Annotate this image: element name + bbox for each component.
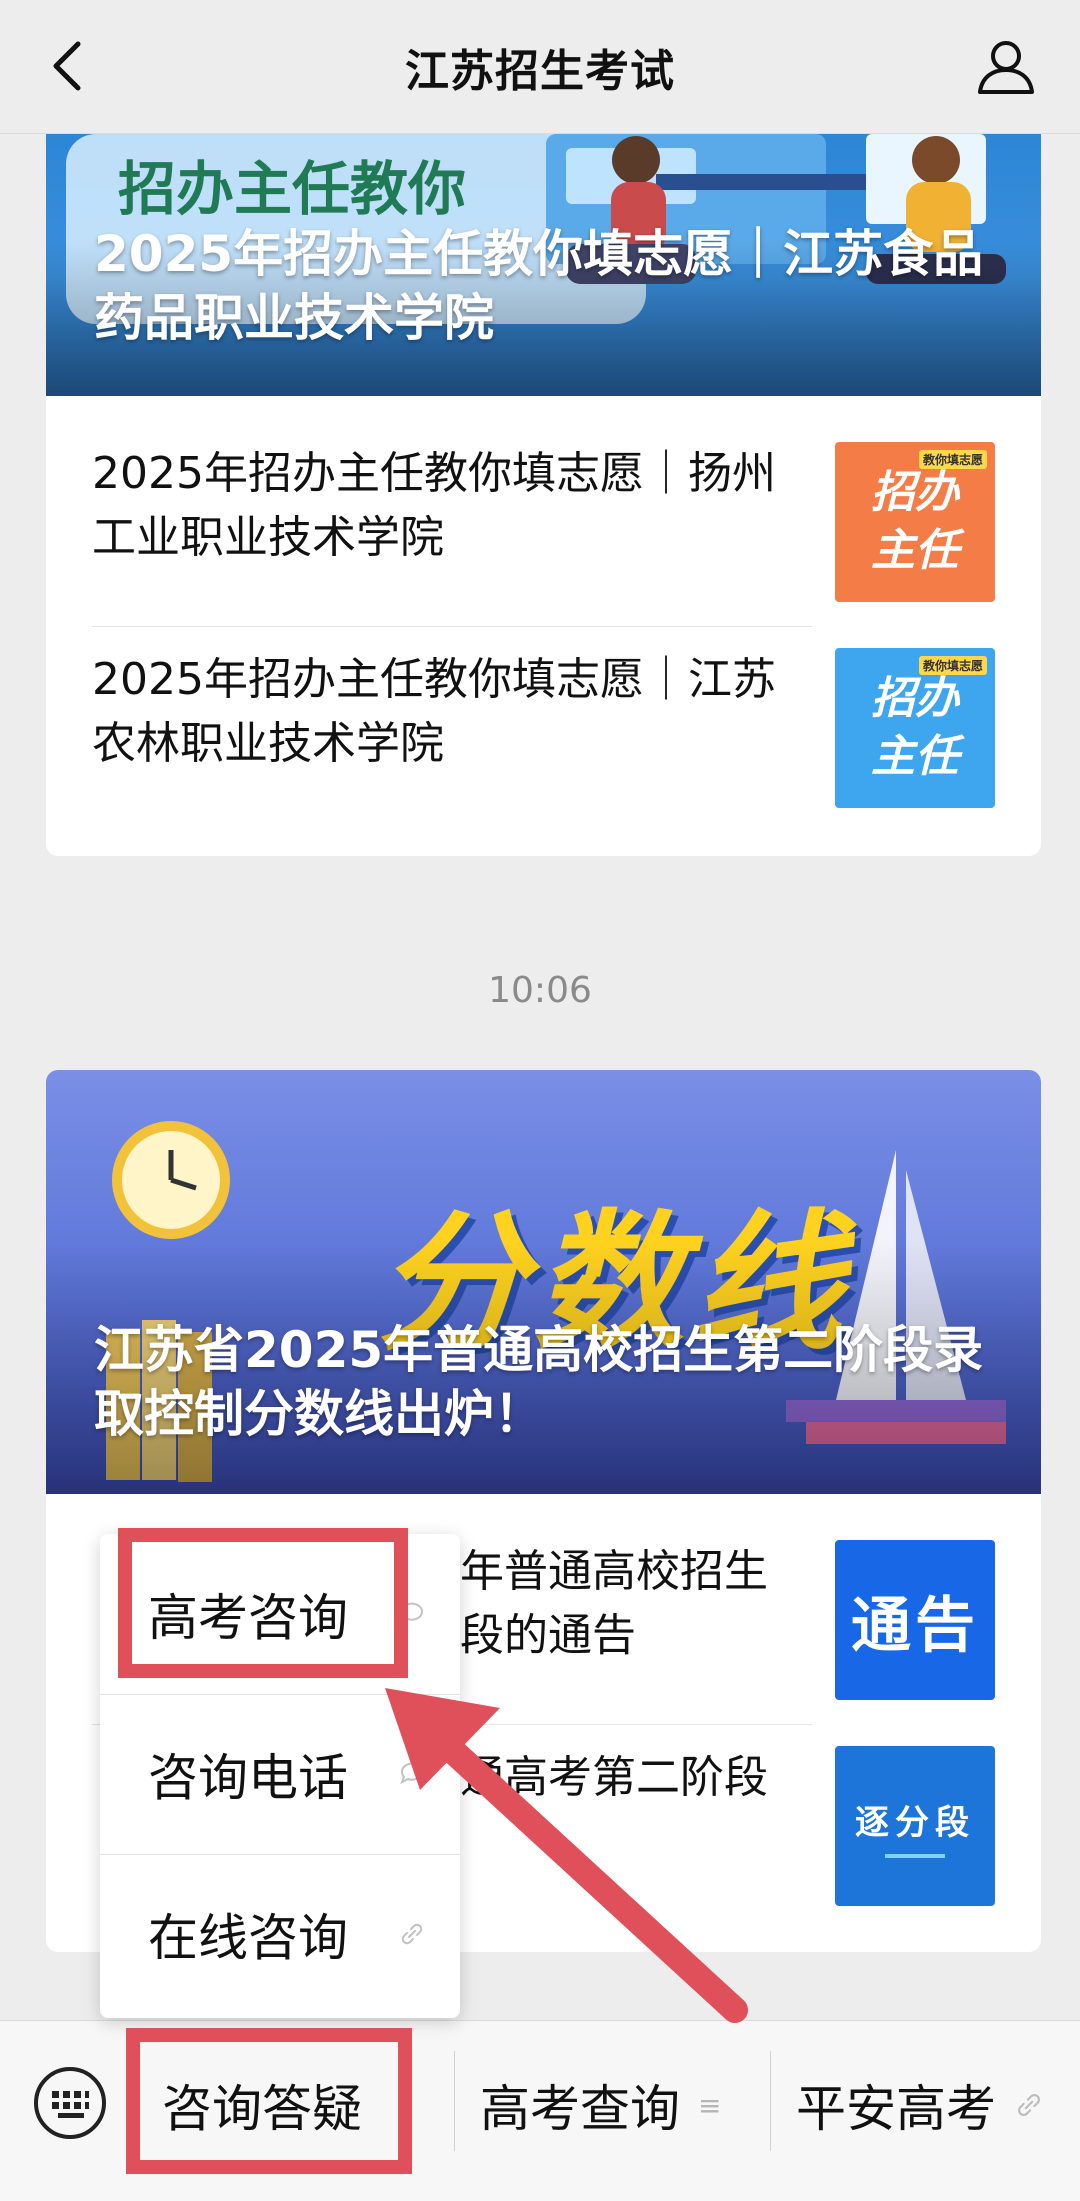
- submenu-item-online-consult[interactable]: 在线咨询: [100, 1854, 460, 2014]
- back-arrow-icon[interactable]: [42, 38, 98, 94]
- banner-decorative-text: 招办主任教你: [118, 155, 467, 223]
- link-icon: [1018, 2094, 1040, 2116]
- thumbnail-underline: [885, 1853, 945, 1858]
- article-thumbnail: 教你填志愿 招办 主任: [835, 442, 995, 602]
- keyboard-icon[interactable]: [32, 2065, 108, 2141]
- submenu-item-phone-consult[interactable]: 咨询电话: [100, 1694, 460, 1854]
- thumbnail-text: 主任: [871, 731, 959, 782]
- link-icon: [401, 1923, 423, 1945]
- article-thumbnail: 逐分段: [835, 1746, 995, 1906]
- list-item-title: 通高考第二阶段: [460, 1752, 768, 1803]
- thumbnail-text: 招办: [871, 467, 959, 518]
- submenu-item-label: 高考咨询: [148, 1589, 348, 1647]
- submenu-item-label: 在线咨询: [148, 1909, 348, 1967]
- submenu-popup: 高考咨询 咨询电话 在线咨询: [100, 1534, 460, 2018]
- thumbnail-text: 通告: [851, 1590, 979, 1661]
- menu-lines-icon: ≡: [698, 2088, 722, 2122]
- divider: [770, 2051, 771, 2151]
- banner-caption: 2025年招办主任教你填志愿｜江苏食品药品职业技术学院: [94, 225, 984, 347]
- user-profile-icon[interactable]: [974, 34, 1038, 98]
- bottom-menu-item-gaokao-query[interactable]: 高考查询 ≡: [480, 2065, 721, 2145]
- menu-item-label: 咨询答疑: [162, 2080, 362, 2138]
- list-item-title: 2025年招办主任教你填志愿｜江苏农林职业技术学院: [92, 654, 776, 769]
- thumbnail-text: 主任: [871, 525, 959, 576]
- article-banner[interactable]: . 分数线 江苏省2025年普通高校招生第二阶段录取控制分数线出炉！: [46, 1070, 1041, 1494]
- submenu-item-label: 咨询电话: [148, 1749, 348, 1807]
- thumbnail-badge: 教你填志愿: [918, 450, 987, 469]
- menu-item-label: 高考查询: [480, 2080, 680, 2138]
- list-item[interactable]: 2025年招办主任教你填志愿｜扬州工业职业技术学院 教你填志愿 招办 主任: [92, 396, 995, 602]
- top-navigation-bar: 江苏招生考试: [0, 0, 1080, 134]
- page-title: 江苏招生考试: [405, 45, 675, 97]
- list-item[interactable]: 2025年招办主任教你填志愿｜江苏农林职业技术学院 教你填志愿 招办 主任: [92, 602, 995, 808]
- list-item-title: 年普通高校招生 段的通告: [460, 1546, 768, 1661]
- article-thumbnail: 教你填志愿 招办 主任: [835, 648, 995, 808]
- list-item-title: 2025年招办主任教你填志愿｜扬州工业职业技术学院: [92, 448, 776, 563]
- bottom-menu-item-safe-gaokao[interactable]: 平安高考: [796, 2065, 1044, 2145]
- menu-item-label: 平安高考: [796, 2080, 996, 2138]
- submenu-item-gaokao-consult[interactable]: 高考咨询: [100, 1534, 460, 1694]
- chat-icon: [400, 1602, 423, 1625]
- message-timestamp: 10:06: [488, 970, 592, 1011]
- chat-icon: [400, 1762, 423, 1785]
- article-card: 招办主任教你 2025年招办主任教你填志愿｜江苏食品药品职业技术学院 2025年…: [46, 134, 1041, 856]
- thumbnail-text: 招办: [871, 673, 959, 724]
- divider: [454, 2051, 455, 2151]
- thumbnail-badge: 教你填志愿: [918, 656, 987, 675]
- banner-caption: 江苏省2025年普通高校招生第二阶段录取控制分数线出炉！: [94, 1321, 984, 1443]
- article-banner[interactable]: 招办主任教你 2025年招办主任教你填志愿｜江苏食品药品职业技术学院: [46, 134, 1041, 396]
- article-thumbnail: 通告: [835, 1540, 995, 1700]
- thumbnail-text: 逐分段: [855, 1802, 975, 1843]
- bottom-menu-bar: 咨询答疑 高考查询 ≡ 平安高考: [0, 2020, 1080, 2201]
- bottom-menu-item-consult[interactable]: 咨询答疑: [162, 2065, 362, 2145]
